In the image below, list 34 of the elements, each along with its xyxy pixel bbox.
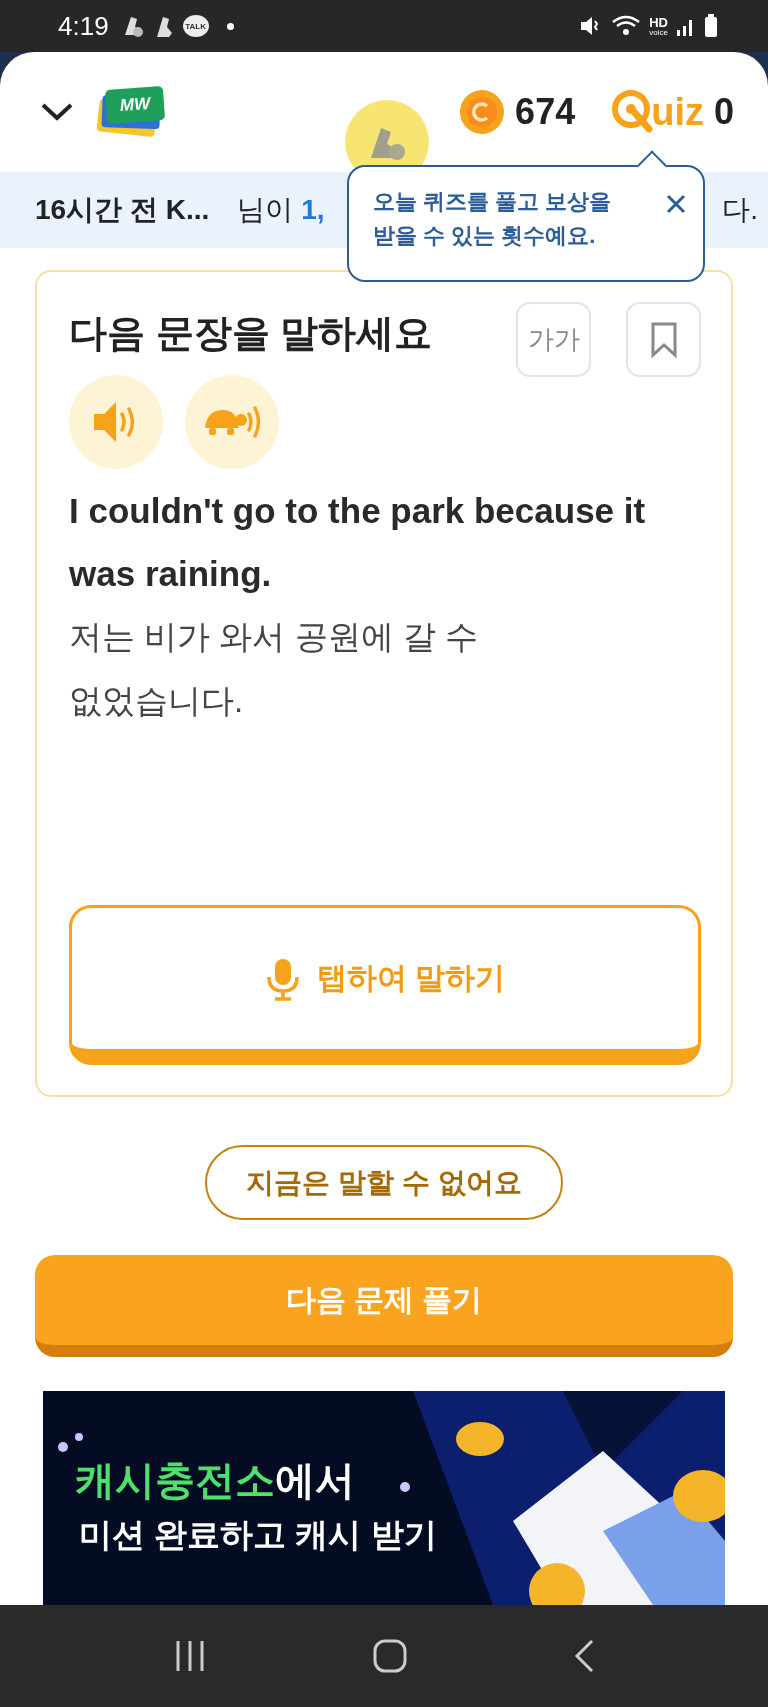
tooltip-text: 오늘 퀴즈를 풀고 보상을 받을 수 있는 횟수예요. <box>373 188 613 251</box>
wifi-icon <box>611 14 642 38</box>
activity-verb: 님이 <box>237 193 294 227</box>
battery-icon <box>704 14 718 38</box>
banner-headline-highlight: 캐시충전소 <box>75 1457 275 1504</box>
hd-voice-icon: HD voice <box>649 15 668 37</box>
app-logo: MW <box>96 84 166 140</box>
more-notifications-icon <box>226 22 234 30</box>
home-icon[interactable] <box>373 1639 407 1673</box>
activity-user: 16시간 전 K... <box>35 193 210 227</box>
collapse-chevron-icon[interactable] <box>40 102 74 122</box>
coin-balance: 674 <box>515 91 576 133</box>
coin-icon <box>459 89 506 135</box>
chat-notification-icon: TALK <box>182 15 209 37</box>
status-time: 4:19 <box>58 10 109 42</box>
activity-ending: 다. <box>722 193 758 227</box>
font-size-button[interactable]: 가가 <box>516 302 591 377</box>
tap-to-speak-button[interactable]: 탭하여 말하기 <box>69 905 701 1065</box>
quiz-logo: uiz <box>651 90 704 134</box>
bookmark-button[interactable] <box>626 302 701 377</box>
korean-translation: 저는 비가 와서 공원에 갈 수 없었습니다. <box>69 617 479 722</box>
cant-speak-button[interactable]: 지금은 말할 수 없어요 <box>205 1145 563 1220</box>
card-title: 다음 문장을 말하세요 <box>69 311 433 356</box>
banner-subline: 미션 완료하고 캐시 받기 <box>79 1515 437 1555</box>
back-icon[interactable] <box>573 1639 595 1673</box>
ad-banner[interactable]: 캐시충전소에서 미션 완료하고 캐시 받기 <box>43 1391 725 1605</box>
close-icon[interactable] <box>665 193 687 215</box>
english-sentence: I couldn't go to the park because it was raining. <box>69 490 647 595</box>
banner-headline: 에서 <box>275 1457 355 1504</box>
microphone-icon <box>264 956 301 1001</box>
quiz-count: 0 <box>713 91 734 133</box>
next-question-button[interactable]: 다음 문제 풀기 <box>35 1255 733 1357</box>
activity-amount: 1, <box>301 194 325 226</box>
bookmark-icon <box>649 321 678 358</box>
